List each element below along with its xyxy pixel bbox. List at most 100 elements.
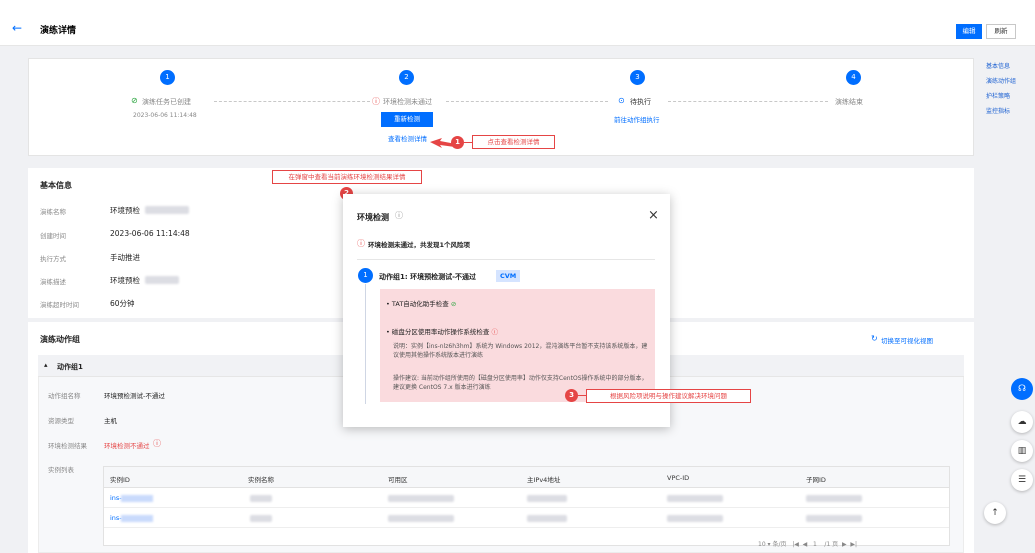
annotation-line <box>464 142 472 143</box>
annotation-label: 点击查看检测详情 <box>472 135 555 149</box>
field-label: 演练描述 <box>40 278 66 286</box>
check-item-label: TAT自动化助手检查 <box>391 300 449 308</box>
field-label: 演练超时时间 <box>40 301 79 309</box>
risk-description: 说明：实例【ins-nlz6h3hm】系统为 Windows 2012，混沌演练… <box>393 343 648 359</box>
collapse-caret-icon[interactable]: ▴ <box>44 361 48 369</box>
check-success-icon: ⊘ <box>450 300 457 308</box>
field-label: 演练名称 <box>40 208 66 216</box>
refresh-button[interactable]: 刷新 <box>986 24 1016 39</box>
back-to-top-icon[interactable]: ↑ <box>984 502 1006 524</box>
column-header: 实例名称 <box>248 476 274 484</box>
annotation-label: 根据风险项说明与操作建议解决环境问题 <box>586 389 751 403</box>
annotation-badge: 1 <box>451 136 464 149</box>
list-menu-icon[interactable]: ☰ <box>1011 469 1033 491</box>
field-label: 资源类型 <box>48 417 74 425</box>
redacted-text <box>388 495 454 502</box>
instance-id-link[interactable]: ins- <box>110 494 122 502</box>
resource-type-value: 主机 <box>104 417 117 425</box>
redacted-text <box>145 276 179 284</box>
env-check-result-value: 环境检测不通过 <box>104 442 150 450</box>
anchor-basic-info[interactable]: 基本信息 <box>986 61 1010 70</box>
redacted-text <box>250 495 272 502</box>
view-check-detail-link[interactable]: 查看检测详情 <box>388 133 427 143</box>
refresh-cycle-icon[interactable]: ↻ <box>871 334 878 343</box>
info-icon[interactable]: ⓘ <box>395 210 403 221</box>
section-title: 演练动作组 <box>40 335 80 344</box>
step-1-status: 演练任务已创建 <box>142 98 191 106</box>
recheck-button[interactable]: 重新检测 <box>381 112 433 127</box>
section-title: 基本信息 <box>40 181 72 190</box>
field-label: 实例列表 <box>48 466 74 474</box>
switch-visual-view-link[interactable]: 切换至可视化视图 <box>881 335 933 345</box>
cloud-upload-icon[interactable]: ☁ <box>1011 411 1033 433</box>
error-icon: ⓘ <box>372 97 380 106</box>
step-2-circle: 2 <box>399 70 414 85</box>
column-header: 可用区 <box>388 476 408 484</box>
field-label: 创建时间 <box>40 232 66 240</box>
check-fail-icon: ⓘ <box>491 328 498 336</box>
redacted-text <box>667 495 723 502</box>
step-divider <box>214 101 370 102</box>
group-index-circle: 1 <box>358 268 373 283</box>
timeline-line <box>365 284 366 404</box>
created-time-value: 2023-06-06 11:14:48 <box>110 229 190 238</box>
column-header: VPC-ID <box>667 474 690 482</box>
step-3-status: 待执行 <box>630 98 651 106</box>
page-header <box>0 0 1035 46</box>
check-circle-icon: ⊘ <box>131 96 138 105</box>
group-name: 动作组1 <box>57 363 83 371</box>
redacted-text <box>806 515 862 522</box>
column-header: 子网ID <box>806 476 826 484</box>
book-docs-icon[interactable]: ▥ <box>1011 440 1033 462</box>
pagination[interactable]: 10 ▾ 条/页 |◀ ◀ 1 /1 页 ▶ ▶| <box>758 539 857 548</box>
redacted-text <box>527 495 567 502</box>
group-result-title: 动作组1: 环境预检测试-不通过 <box>379 273 477 281</box>
error-summary: 环境检测未通过，共发现1个风险项 <box>368 241 471 249</box>
field-label: 执行方式 <box>40 255 66 263</box>
step-1-time: 2023-06-06 11:14:48 <box>133 112 197 119</box>
back-arrow-icon[interactable]: ← <box>12 21 26 35</box>
redacted-text <box>388 515 454 522</box>
support-headset-icon[interactable]: ☊ <box>1011 378 1033 400</box>
check-item: • TAT自动化助手检查 ⊘ <box>386 300 457 308</box>
step-divider <box>446 101 608 102</box>
step-4-circle: 4 <box>846 70 861 85</box>
redacted-text <box>667 515 723 522</box>
drill-desc-value: 环境预检 <box>110 276 140 285</box>
step-divider <box>668 101 828 102</box>
annotation-label: 在弹窗中查看当前演练环境检测结果详情 <box>272 170 422 184</box>
redacted-text <box>806 495 862 502</box>
modal-title: 环境检测 <box>357 213 389 222</box>
error-icon: ⓘ <box>357 239 365 248</box>
pending-clock-icon: ⊙ <box>618 96 625 105</box>
page-title: 演练详情 <box>40 26 77 36</box>
column-header: 实例ID <box>110 476 130 484</box>
anchor-monitor-metrics[interactable]: 监控指标 <box>986 106 1010 115</box>
redacted-text <box>121 515 153 522</box>
annotation-line <box>578 395 586 396</box>
annotation-badge: 3 <box>565 389 578 402</box>
column-header: 主IPv4地址 <box>527 476 561 484</box>
redacted-text <box>527 515 567 522</box>
step-3-circle: 3 <box>630 70 645 85</box>
field-label: 环境检测结果 <box>48 442 87 450</box>
redacted-text <box>121 495 153 502</box>
close-icon[interactable]: × <box>648 208 659 223</box>
instance-id-link[interactable]: ins- <box>110 514 122 522</box>
edit-button[interactable]: 编辑 <box>956 24 982 39</box>
exec-mode-value: 手动推进 <box>110 253 140 262</box>
drill-name-value: 环境预检 <box>110 206 140 215</box>
go-execute-link[interactable]: 前往动作组执行 <box>614 114 660 124</box>
anchor-guard-policy[interactable]: 护栏策略 <box>986 91 1010 100</box>
timeout-value: 60分钟 <box>110 299 135 308</box>
step-2-status: 环境检测未通过 <box>383 98 432 106</box>
field-label: 动作组名称 <box>48 392 81 400</box>
resource-tag: CVM <box>496 270 521 282</box>
step-1-circle: 1 <box>160 70 175 85</box>
group-name-value: 环境预检测试-不通过 <box>104 392 165 400</box>
redacted-text <box>145 206 189 214</box>
error-icon[interactable]: ⓘ <box>153 438 161 449</box>
anchor-action-group[interactable]: 演练动作组 <box>986 76 1016 85</box>
step-4-status: 演练结束 <box>835 98 863 106</box>
check-item-label: 磁盘分区使用率动作操作系统检查 <box>391 328 490 336</box>
